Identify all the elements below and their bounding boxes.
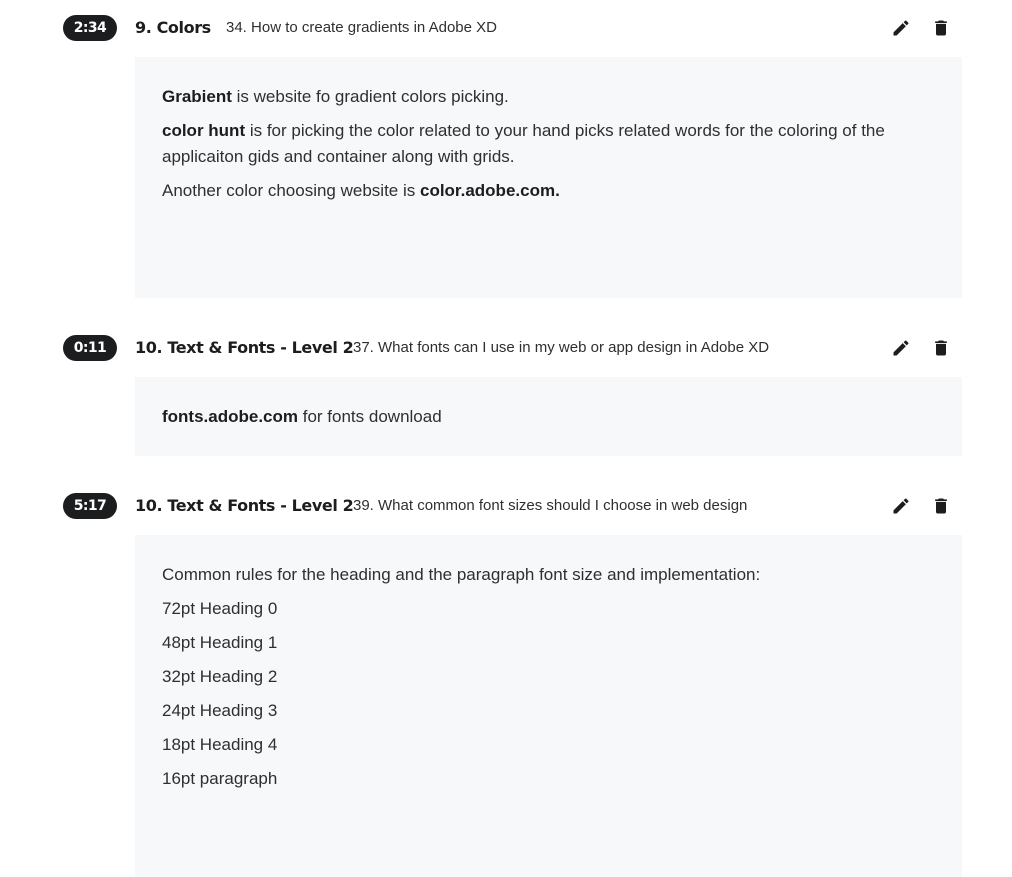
note-paragraph: 16pt paragraph [162, 769, 278, 788]
section-title: 10. Text & Fonts - Level 2 [135, 496, 354, 515]
note-item: 0:11 10. Text & Fonts - Level 2 37. What… [0, 333, 1012, 456]
note-paragraph: color hunt is for picking the color rela… [162, 121, 885, 166]
pencil-icon [893, 20, 909, 36]
note-item: 2:34 9. Colors 34. How to create gradien… [0, 13, 1012, 298]
note-content: Common rules for the heading and the par… [135, 535, 962, 877]
note-paragraph: Another color choosing website is color.… [162, 181, 560, 200]
edit-note-button[interactable] [891, 18, 911, 38]
note-paragraph: 72pt Heading 0 [162, 599, 278, 618]
lecture-title: 34. How to create gradients in Adobe XD [226, 19, 497, 36]
timestamp-badge[interactable]: 2:34 [63, 15, 117, 41]
timestamp-badge[interactable]: 5:17 [63, 493, 117, 519]
trash-icon [935, 20, 947, 36]
note-paragraph: 48pt Heading 1 [162, 633, 278, 652]
note-paragraph: Common rules for the heading and the par… [162, 565, 761, 584]
delete-note-button[interactable] [931, 496, 951, 516]
trash-icon [935, 498, 947, 514]
section-title: 10. Text & Fonts - Level 2 [135, 338, 354, 357]
note-paragraph: 18pt Heading 4 [162, 735, 278, 754]
note-paragraph: Grabient is website fo gradient colors p… [162, 87, 509, 106]
pencil-icon [893, 340, 909, 356]
note-header: 0:11 10. Text & Fonts - Level 2 37. What… [0, 333, 1012, 363]
delete-note-button[interactable] [931, 338, 951, 358]
edit-note-button[interactable] [891, 496, 911, 516]
note-header: 5:17 10. Text & Fonts - Level 2 39. What… [0, 491, 1012, 521]
note-item: 5:17 10. Text & Fonts - Level 2 39. What… [0, 491, 1012, 877]
note-content: Grabient is website fo gradient colors p… [135, 57, 962, 298]
note-paragraph: 32pt Heading 2 [162, 667, 278, 686]
delete-note-button[interactable] [931, 18, 951, 38]
lecture-title: 37. What fonts can I use in my web or ap… [353, 339, 770, 356]
pencil-icon [893, 498, 909, 514]
lecture-title: 39. What common font sizes should I choo… [353, 497, 748, 514]
note-header: 2:34 9. Colors 34. How to create gradien… [0, 13, 1012, 43]
timestamp-badge[interactable]: 0:11 [63, 335, 117, 361]
note-paragraph: fonts.adobe.com for fonts download [162, 407, 442, 426]
section-title: 9. Colors [135, 18, 211, 37]
note-paragraph: 24pt Heading 3 [162, 701, 278, 720]
edit-note-button[interactable] [891, 338, 911, 358]
trash-icon [935, 340, 947, 356]
note-content: fonts.adobe.com for fonts download [135, 377, 962, 456]
